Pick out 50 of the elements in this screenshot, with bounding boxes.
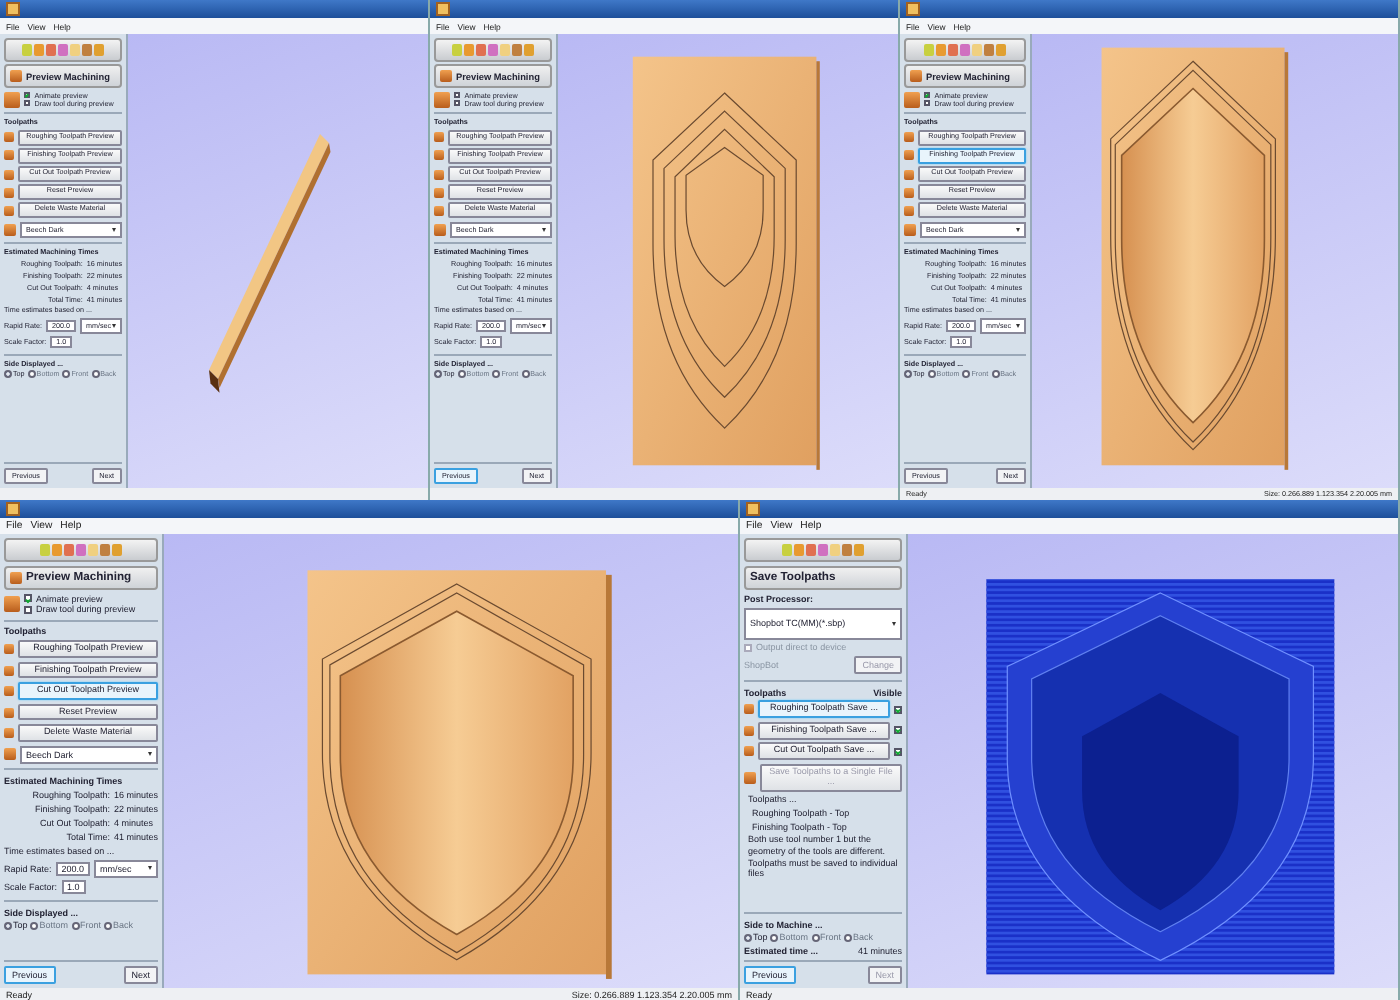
checkbox[interactable]: [924, 91, 931, 99]
toolbar-icons-drawing: [434, 38, 552, 62]
radio-button[interactable]: [744, 933, 752, 942]
radio-button[interactable]: [521, 370, 530, 379]
checkbox[interactable]: [454, 91, 461, 99]
radio-button[interactable]: [71, 921, 80, 930]
tool-icon: [744, 771, 756, 784]
checkbox[interactable]: [924, 100, 931, 107]
app-icon: [906, 2, 920, 16]
caret-icon: [542, 323, 546, 328]
radio-button[interactable]: [927, 370, 936, 379]
caret-icon: [542, 227, 546, 232]
checkbox[interactable]: [744, 644, 753, 653]
toolbar-icons-drawing: [904, 38, 1026, 62]
radio-button[interactable]: [457, 370, 466, 379]
checkbox[interactable]: [24, 594, 33, 603]
visible-checkbox[interactable]: [893, 705, 902, 714]
caret-icon: [112, 323, 116, 328]
radio-button[interactable]: [4, 921, 12, 930]
radio-button[interactable]: [844, 933, 853, 942]
app-icon: [746, 502, 760, 516]
radio-button[interactable]: [962, 370, 971, 379]
radio-button[interactable]: [434, 370, 442, 379]
radio-button[interactable]: [492, 370, 501, 379]
radio-button[interactable]: [991, 370, 1000, 379]
caret-icon: [148, 752, 152, 757]
caret-icon: [148, 866, 152, 871]
radio-button[interactable]: [27, 370, 36, 379]
visible-checkbox[interactable]: [893, 726, 902, 735]
app-icon: [6, 502, 20, 516]
checkbox[interactable]: [24, 100, 31, 107]
radio-button[interactable]: [811, 933, 820, 942]
checkbox[interactable]: [454, 100, 461, 107]
radio-button[interactable]: [770, 933, 779, 942]
caret-icon: [112, 227, 116, 232]
radio-button[interactable]: [904, 370, 912, 379]
checkbox[interactable]: [24, 91, 31, 99]
caret-icon: [1016, 227, 1020, 232]
toolbar-icons-drawing: [4, 38, 122, 62]
radio-button[interactable]: [4, 370, 12, 379]
radio-button[interactable]: [104, 921, 113, 930]
app-icon: [6, 2, 20, 16]
checkbox[interactable]: [24, 605, 33, 614]
caret-icon: [892, 621, 896, 626]
radio-button[interactable]: [62, 370, 71, 379]
radio-button[interactable]: [91, 370, 100, 379]
radio-button[interactable]: [30, 921, 39, 930]
app-icon: [436, 2, 450, 16]
caret-icon: [1016, 323, 1020, 328]
visible-checkbox[interactable]: [893, 747, 902, 756]
